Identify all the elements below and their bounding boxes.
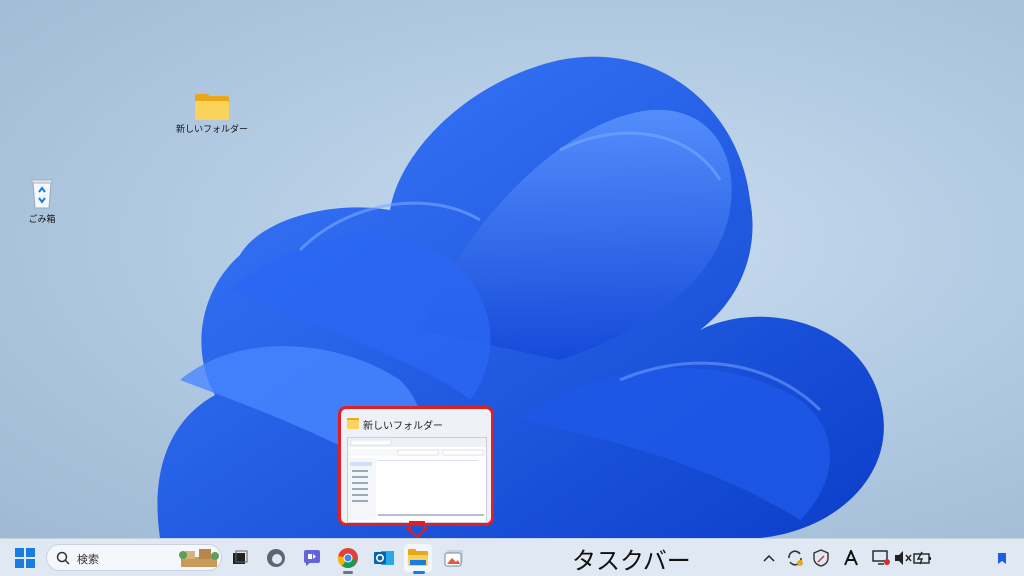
teams-chat-icon[interactable] [298, 544, 326, 572]
desktop-icon-label: ごみ箱 [28, 215, 56, 225]
battery-icon[interactable] [911, 544, 935, 572]
text-a-icon[interactable] [839, 544, 863, 572]
outlook-icon[interactable] [370, 544, 398, 572]
search-placeholder: 検索 [77, 553, 99, 566]
edge-icon[interactable] [262, 544, 290, 572]
notification-icon[interactable] [990, 544, 1014, 572]
search-icon [56, 551, 70, 565]
task-view-icon[interactable] [226, 544, 254, 572]
chrome-icon[interactable] [334, 544, 362, 572]
active-indicator [413, 571, 425, 574]
taskbar: 検索 [0, 538, 1024, 576]
desktop-icon-recycle-bin[interactable]: ごみ箱 [2, 178, 82, 225]
folder-icon [195, 94, 229, 120]
chevron-up-icon[interactable] [757, 544, 781, 572]
gallery-icon[interactable] [440, 544, 468, 572]
network-icon[interactable] [869, 544, 893, 572]
search-highlight-icon [179, 549, 219, 567]
taskbar-thumbnail-preview[interactable]: 新しいフォルダー [338, 406, 494, 526]
recycle-bin-icon [30, 178, 54, 210]
desktop: 新しいフォルダー ごみ箱 新しいフォルダー [0, 0, 1024, 538]
search-box[interactable]: 検索 [46, 544, 222, 571]
desktop-icon-label: 新しいフォルダー [175, 125, 248, 135]
windows-start-icon[interactable] [11, 544, 39, 572]
running-indicator [343, 571, 353, 574]
preview-title: 新しいフォルダー [363, 421, 443, 432]
sync-icon[interactable] [783, 544, 807, 572]
explorer-window-thumbnail[interactable] [347, 437, 487, 523]
desktop-icon-new-folder[interactable]: 新しいフォルダー [172, 94, 252, 135]
file-explorer-icon[interactable] [404, 544, 432, 572]
folder-icon [347, 418, 359, 429]
taskbar-annotation-label: タスクバー [572, 547, 691, 575]
highlight-arrow-icon [406, 521, 428, 538]
defender-icon[interactable] [809, 544, 833, 572]
bloom-wallpaper [157, 56, 884, 538]
